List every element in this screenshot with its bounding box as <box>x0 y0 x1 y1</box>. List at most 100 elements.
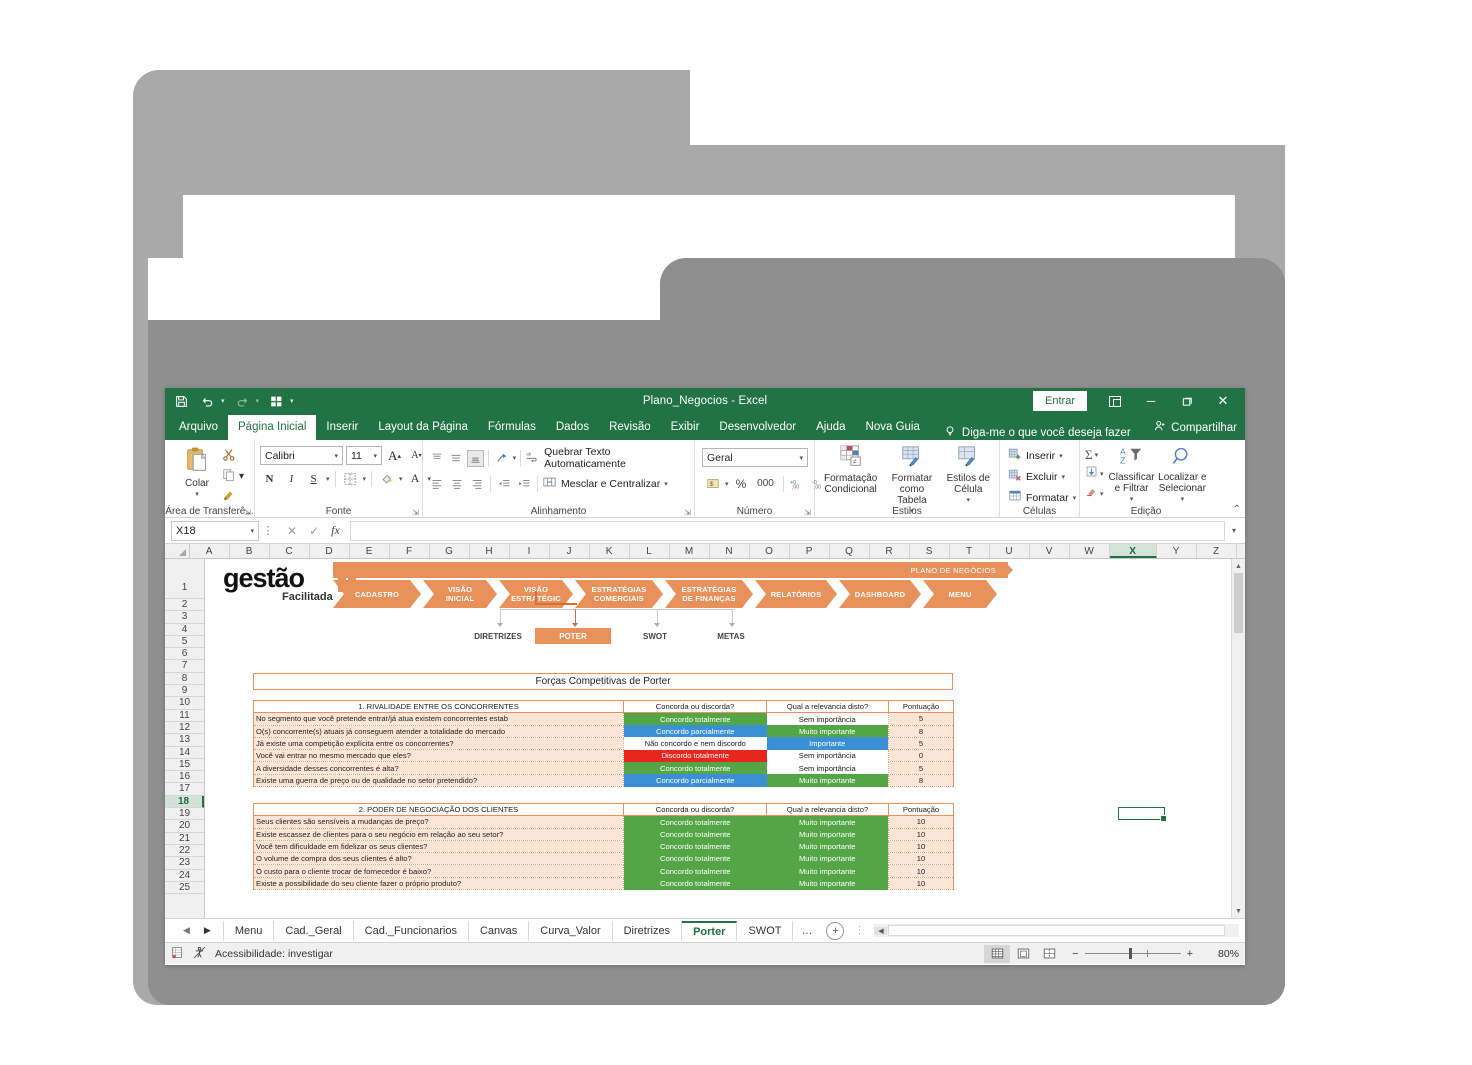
row-header-25[interactable]: 25 <box>165 881 204 895</box>
score-cell[interactable]: 5 <box>888 712 954 726</box>
fill-color-icon[interactable] <box>377 469 396 488</box>
column-header-f[interactable]: F <box>389 544 430 558</box>
tab-arquivo[interactable]: Arquivo <box>169 415 228 440</box>
relevance-cell[interactable]: Muito importante <box>766 852 889 865</box>
column-header-b[interactable]: B <box>229 544 270 558</box>
column-header-j[interactable]: J <box>549 544 590 558</box>
sheet-tab-porter[interactable]: Porter <box>682 920 738 941</box>
table-row[interactable]: A diversidade desses concorrentes é alta… <box>253 761 954 775</box>
sort-filter-button[interactable]: AZ Classificar e Filtrar ▾ <box>1109 446 1155 505</box>
answer-cell[interactable]: Concordo parcialmente <box>623 774 767 787</box>
enter-icon[interactable]: ✓ <box>309 524 319 538</box>
increase-font-size-button[interactable]: A ▴ <box>385 446 404 465</box>
subnav-poter[interactable]: POTER <box>535 628 611 644</box>
nav-chevron-menu[interactable]: MENU <box>923 580 997 608</box>
font-name-combo[interactable]: Calibri ▾ <box>260 446 343 465</box>
question-cell[interactable]: O volume de compra dos seus clientes é a… <box>253 852 624 866</box>
delete-cells-button[interactable]: Excluir ▾ <box>1008 468 1065 485</box>
score-cell[interactable]: 10 <box>888 840 954 854</box>
macro-record-icon[interactable] <box>171 946 184 962</box>
table-row[interactable]: Você tem dificuldade em fidelizar os seu… <box>253 840 954 854</box>
autosum-icon[interactable]: Σ <box>1085 447 1093 463</box>
answer-cell[interactable]: Concordo totalmente <box>623 815 767 829</box>
question-cell[interactable]: Você tem dificuldade em fidelizar os seu… <box>253 840 624 854</box>
find-select-dropdown-caret[interactable]: ▾ <box>1181 494 1185 505</box>
relevance-cell[interactable]: Muito importante <box>766 864 889 878</box>
insert-cells-button[interactable]: Inserir ▾ <box>1008 447 1063 464</box>
scroll-down-icon[interactable]: ▼ <box>1232 904 1245 918</box>
paste-dropdown-caret[interactable]: ▾ <box>195 489 199 500</box>
conditional-formatting-button[interactable]: ≠ Formatação Condicional <box>820 445 881 495</box>
question-cell[interactable]: Seus clientes são sensíveis a mudanças d… <box>253 815 624 829</box>
tab-desenvolvedor[interactable]: Desenvolvedor <box>709 415 806 440</box>
fill-color-dropdown-caret[interactable]: ▾ <box>399 475 403 483</box>
column-header-x[interactable]: X <box>1109 544 1157 558</box>
number-format-combo[interactable]: Geral ▾ <box>702 448 808 467</box>
increase-decimal-icon[interactable]: +0,00 <box>789 474 808 493</box>
horizontal-scroll-thumb[interactable] <box>888 925 1225 936</box>
zoom-in-button[interactable]: + <box>1187 948 1193 960</box>
expand-formula-bar-icon[interactable]: ▾ <box>1225 526 1243 535</box>
row-header-8[interactable]: 8 <box>165 672 204 686</box>
row-header-1[interactable]: 1 <box>165 559 204 599</box>
score-cell[interactable]: 8 <box>888 774 954 788</box>
accounting-dropdown-caret[interactable]: ▾ <box>725 480 729 488</box>
row-header-20[interactable]: 20 <box>165 820 204 833</box>
tab-exibir[interactable]: Exibir <box>661 415 710 440</box>
zoom-level-label[interactable]: 80% <box>1201 948 1239 960</box>
row-header-11[interactable]: 11 <box>165 709 204 722</box>
tab-dados[interactable]: Dados <box>546 415 599 440</box>
sheet-tab-diretrizes[interactable]: Diretrizes <box>613 920 683 941</box>
table-row[interactable]: O volume de compra dos seus clientes é a… <box>253 852 954 866</box>
table-row[interactable]: No segmento que você pretende entrar/já … <box>253 712 954 726</box>
orientation-dropdown-caret[interactable]: ▾ <box>513 454 517 462</box>
accessibility-icon[interactable] <box>193 946 206 962</box>
insert-dropdown-caret[interactable]: ▾ <box>1059 452 1063 460</box>
format-painter-button[interactable] <box>222 488 244 505</box>
vertical-scroll-thumb[interactable] <box>1234 573 1243 633</box>
score-cell[interactable]: 10 <box>888 864 954 878</box>
column-header-m[interactable]: M <box>669 544 710 558</box>
column-header-t[interactable]: T <box>949 544 990 558</box>
clear-dropdown-caret[interactable]: ▾ <box>1100 490 1104 498</box>
italic-button[interactable]: I <box>282 469 301 488</box>
align-middle-icon[interactable] <box>447 450 464 467</box>
question-cell[interactable]: Existe escassez de clientes para o seu n… <box>253 828 624 841</box>
answer-cell[interactable]: Concordo totalmente <box>623 864 767 878</box>
row-header-12[interactable]: 12 <box>165 721 204 735</box>
answer-cell[interactable]: Concordo totalmente <box>623 840 767 853</box>
relevance-cell[interactable]: Muito importante <box>766 877 889 890</box>
sheet-tab-cad--funcionarios[interactable]: Cad._Funcionarios <box>354 920 469 941</box>
clipboard-dialog-launcher-icon[interactable]: ⇲ <box>244 508 251 517</box>
autosum-dropdown-caret[interactable]: ▾ <box>1095 451 1099 459</box>
table-row[interactable]: O(s) concorrente(s) atuais já conseguem … <box>253 725 954 738</box>
row-header-13[interactable]: 13 <box>165 734 204 747</box>
format-cells-button[interactable]: Formatar ▾ <box>1008 489 1076 506</box>
answer-cell[interactable]: Concordo totalmente <box>623 712 767 726</box>
wrap-text-button[interactable]: ab Quebrar Texto Automaticamente <box>525 446 689 470</box>
row-header-5[interactable]: 5 <box>165 635 204 649</box>
relevance-cell[interactable]: Importante <box>766 737 889 750</box>
sheet-tab-curva-valor[interactable]: Curva_Valor <box>529 920 613 941</box>
relevance-cell[interactable]: Sem importância <box>766 749 889 762</box>
row-header-2[interactable]: 2 <box>165 599 204 612</box>
answer-cell[interactable]: Concordo parcialmente <box>623 725 767 738</box>
row-header-24[interactable]: 24 <box>165 869 204 882</box>
tell-me-box[interactable]: Diga-me o que você deseja fazer <box>944 425 1131 440</box>
relevance-cell[interactable]: Muito importante <box>766 840 889 853</box>
bold-button[interactable]: N <box>260 469 279 488</box>
row-header-23[interactable]: 23 <box>165 857 204 870</box>
table-row[interactable]: Já existe uma competição explícita entre… <box>253 737 954 751</box>
fill-dropdown-caret[interactable]: ▾ <box>1100 470 1104 478</box>
column-header-n[interactable]: N <box>709 544 750 558</box>
column-header-q[interactable]: Q <box>829 544 870 558</box>
row-header-6[interactable]: 6 <box>165 648 204 661</box>
column-header-d[interactable]: D <box>309 544 350 558</box>
sheet-tab-split-handle[interactable]: ⋮ <box>850 925 868 936</box>
share-button[interactable]: Compartilhar <box>1154 420 1237 435</box>
table-row[interactable]: Você vai entrar no mesmo mercado que ele… <box>253 749 954 763</box>
decrease-indent-icon[interactable] <box>495 475 513 492</box>
row-header-4[interactable]: 4 <box>165 623 204 636</box>
accounting-format-icon[interactable]: $ <box>703 474 722 493</box>
row-header-16[interactable]: 16 <box>165 771 204 784</box>
